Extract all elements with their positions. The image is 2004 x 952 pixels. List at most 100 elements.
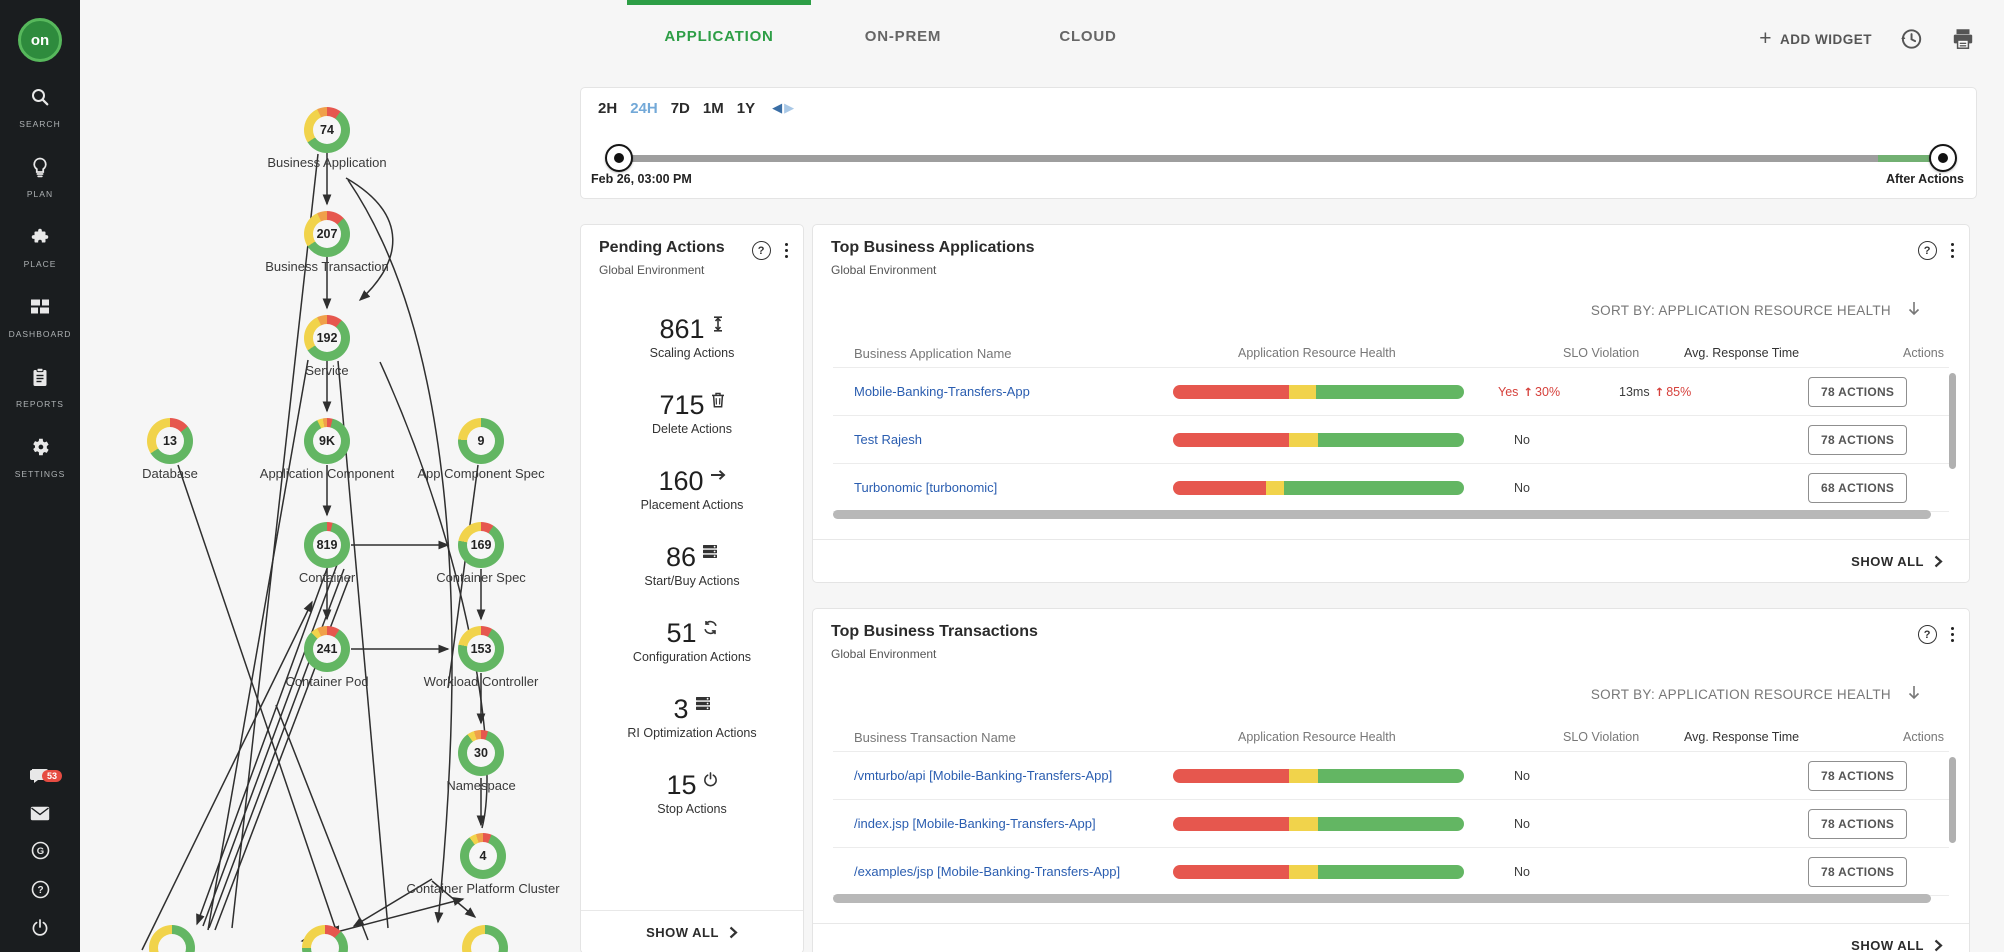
- time-slider-end-handle[interactable]: [1929, 144, 1957, 172]
- power-icon[interactable]: [31, 919, 49, 942]
- node-partial[interactable]: [302, 925, 348, 952]
- vertical-scrollbar[interactable]: [1949, 757, 1956, 843]
- up-arrow-icon: ↑: [1655, 385, 1665, 399]
- node-namespace[interactable]: 30 Namespace: [389, 730, 573, 793]
- health-bar: [1173, 385, 1464, 399]
- g-circle-icon[interactable]: G: [31, 841, 50, 865]
- node-app-component-spec[interactable]: 9 App Component Spec: [389, 418, 573, 481]
- sidebar-item-dashboard[interactable]: DASHBOARD: [0, 282, 80, 352]
- range-2h[interactable]: 2H: [598, 100, 617, 117]
- business-txn-link[interactable]: /vmturbo/api [Mobile-Banking-Transfers-A…: [854, 768, 1112, 783]
- range-7d[interactable]: 7D: [671, 100, 690, 117]
- health-donut: 9: [458, 418, 504, 464]
- actions-button[interactable]: 78 ACTIONS: [1808, 425, 1907, 455]
- node-partial[interactable]: [149, 925, 195, 952]
- horizontal-scrollbar[interactable]: [833, 894, 1931, 903]
- dashboard-grid-icon: [29, 296, 51, 323]
- actions-button[interactable]: 68 ACTIONS: [1808, 473, 1907, 503]
- health-donut: 169: [458, 522, 504, 568]
- help-icon[interactable]: ?: [31, 880, 50, 904]
- add-widget-button[interactable]: + ADD WIDGET: [1759, 30, 1872, 48]
- node-service[interactable]: 192 Service: [235, 315, 419, 378]
- mail-icon[interactable]: [30, 806, 50, 826]
- plus-icon: +: [1759, 30, 1772, 48]
- history-icon[interactable]: [1898, 26, 1924, 52]
- chat-icon[interactable]: 53: [30, 768, 50, 791]
- tab-on-prem[interactable]: ON-PREM: [865, 28, 941, 45]
- kebab-menu-icon[interactable]: [1950, 626, 1955, 643]
- range-1m[interactable]: 1M: [703, 100, 724, 117]
- help-circle-icon[interactable]: ?: [1918, 625, 1937, 644]
- server-icon: [702, 544, 718, 559]
- business-app-link[interactable]: Test Rajesh: [854, 432, 922, 447]
- sidebar-item-search[interactable]: SEARCH: [0, 72, 80, 142]
- help-circle-icon[interactable]: ?: [752, 241, 771, 260]
- node-business-transaction[interactable]: 207 Business Transaction: [235, 211, 419, 274]
- help-circle-icon[interactable]: ?: [1918, 241, 1937, 260]
- health-donut: [149, 925, 195, 952]
- time-step-back-icon[interactable]: ◀: [772, 101, 782, 116]
- turbonomic-logo[interactable]: on: [18, 18, 62, 62]
- sidebar: on SEARCH PLAN PLACE DASHBOARD REPORTS S…: [0, 0, 80, 952]
- tab-cloud[interactable]: CLOUD: [1059, 28, 1116, 45]
- node-container-spec[interactable]: 169 Container Spec: [389, 522, 573, 585]
- range-24h[interactable]: 24H: [630, 100, 658, 117]
- apps-show-all-button[interactable]: SHOW ALL: [813, 539, 1969, 582]
- sidebar-item-place[interactable]: PLACE: [0, 212, 80, 282]
- business-app-link[interactable]: Turbonomic [turbonomic]: [854, 480, 997, 495]
- health-donut: 241: [304, 626, 350, 672]
- trash-icon: [711, 392, 725, 408]
- sidebar-item-plan[interactable]: PLAN: [0, 142, 80, 212]
- business-txn-link[interactable]: /index.jsp [Mobile-Banking-Transfers-App…: [854, 816, 1096, 831]
- horizontal-scrollbar[interactable]: [833, 510, 1931, 519]
- actions-button[interactable]: 78 ACTIONS: [1808, 377, 1907, 407]
- range-1y[interactable]: 1Y: [737, 100, 755, 117]
- kebab-menu-icon[interactable]: [1950, 242, 1955, 259]
- health-bar: [1173, 865, 1464, 879]
- stat-ri-optimization[interactable]: 3 RI Optimization Actions: [581, 695, 803, 740]
- actions-button[interactable]: 78 ACTIONS: [1808, 857, 1907, 887]
- sidebar-item-settings[interactable]: SETTINGS: [0, 422, 80, 492]
- time-slider-track[interactable]: [618, 155, 1944, 162]
- node-container-platform-cluster[interactable]: 4 Container Platform Cluster: [391, 833, 575, 896]
- stat-scaling[interactable]: 861 Scaling Actions: [581, 315, 803, 360]
- table-body: /vmturbo/api [Mobile-Banking-Transfers-A…: [833, 751, 1949, 896]
- time-slider-start-handle[interactable]: [605, 144, 633, 172]
- table-row: Mobile-Banking-Transfers-App Yes↑30% 13m…: [833, 368, 1949, 416]
- txns-show-all-button[interactable]: SHOW ALL: [813, 923, 1969, 952]
- sort-down-arrow-icon: [1907, 301, 1921, 319]
- stat-delete[interactable]: 715 Delete Actions: [581, 391, 803, 436]
- health-bar: [1173, 769, 1464, 783]
- business-txn-link[interactable]: /examples/jsp [Mobile-Banking-Transfers-…: [854, 864, 1120, 879]
- node-partial[interactable]: [462, 925, 508, 952]
- print-icon[interactable]: [1950, 26, 1976, 52]
- svg-text:G: G: [36, 846, 43, 857]
- pending-actions-panel: Pending Actions ? Global Environment 861…: [580, 224, 804, 952]
- health-bar: [1173, 433, 1464, 447]
- sort-by-control[interactable]: SORT BY: APPLICATION RESOURCE HEALTH: [1591, 301, 1921, 319]
- node-business-application[interactable]: 74 Business Application: [235, 107, 419, 170]
- stat-start-buy[interactable]: 86 Start/Buy Actions: [581, 543, 803, 588]
- tab-application[interactable]: APPLICATION: [664, 28, 773, 45]
- health-donut: 74: [304, 107, 350, 153]
- health-donut: 13: [147, 418, 193, 464]
- sort-by-control[interactable]: SORT BY: APPLICATION RESOURCE HEALTH: [1591, 685, 1921, 703]
- notification-badge: 53: [42, 770, 62, 782]
- node-workload-controller[interactable]: 153 Workload Controller: [389, 626, 573, 689]
- table-header: Business Application Name Application Re…: [833, 339, 1949, 367]
- pending-show-all-button[interactable]: SHOW ALL: [581, 910, 803, 952]
- panel-title: Top Business Transactions: [831, 623, 1953, 641]
- sidebar-item-reports[interactable]: REPORTS: [0, 352, 80, 422]
- business-app-link[interactable]: Mobile-Banking-Transfers-App: [854, 384, 1030, 399]
- stat-stop[interactable]: 15 Stop Actions: [581, 771, 803, 816]
- sidebar-item-label: DASHBOARD: [9, 329, 72, 339]
- stat-configuration[interactable]: 51 Configuration Actions: [581, 619, 803, 664]
- time-step-forward-icon[interactable]: ▶: [784, 101, 794, 116]
- kebab-menu-icon[interactable]: [784, 242, 789, 259]
- slider-end-label: After Actions: [1886, 172, 1964, 186]
- actions-button[interactable]: 78 ACTIONS: [1808, 809, 1907, 839]
- time-steppers: ◀ ▶: [772, 101, 794, 116]
- actions-button[interactable]: 78 ACTIONS: [1808, 761, 1907, 791]
- stat-placement[interactable]: 160 Placement Actions: [581, 467, 803, 512]
- vertical-scrollbar[interactable]: [1949, 373, 1956, 469]
